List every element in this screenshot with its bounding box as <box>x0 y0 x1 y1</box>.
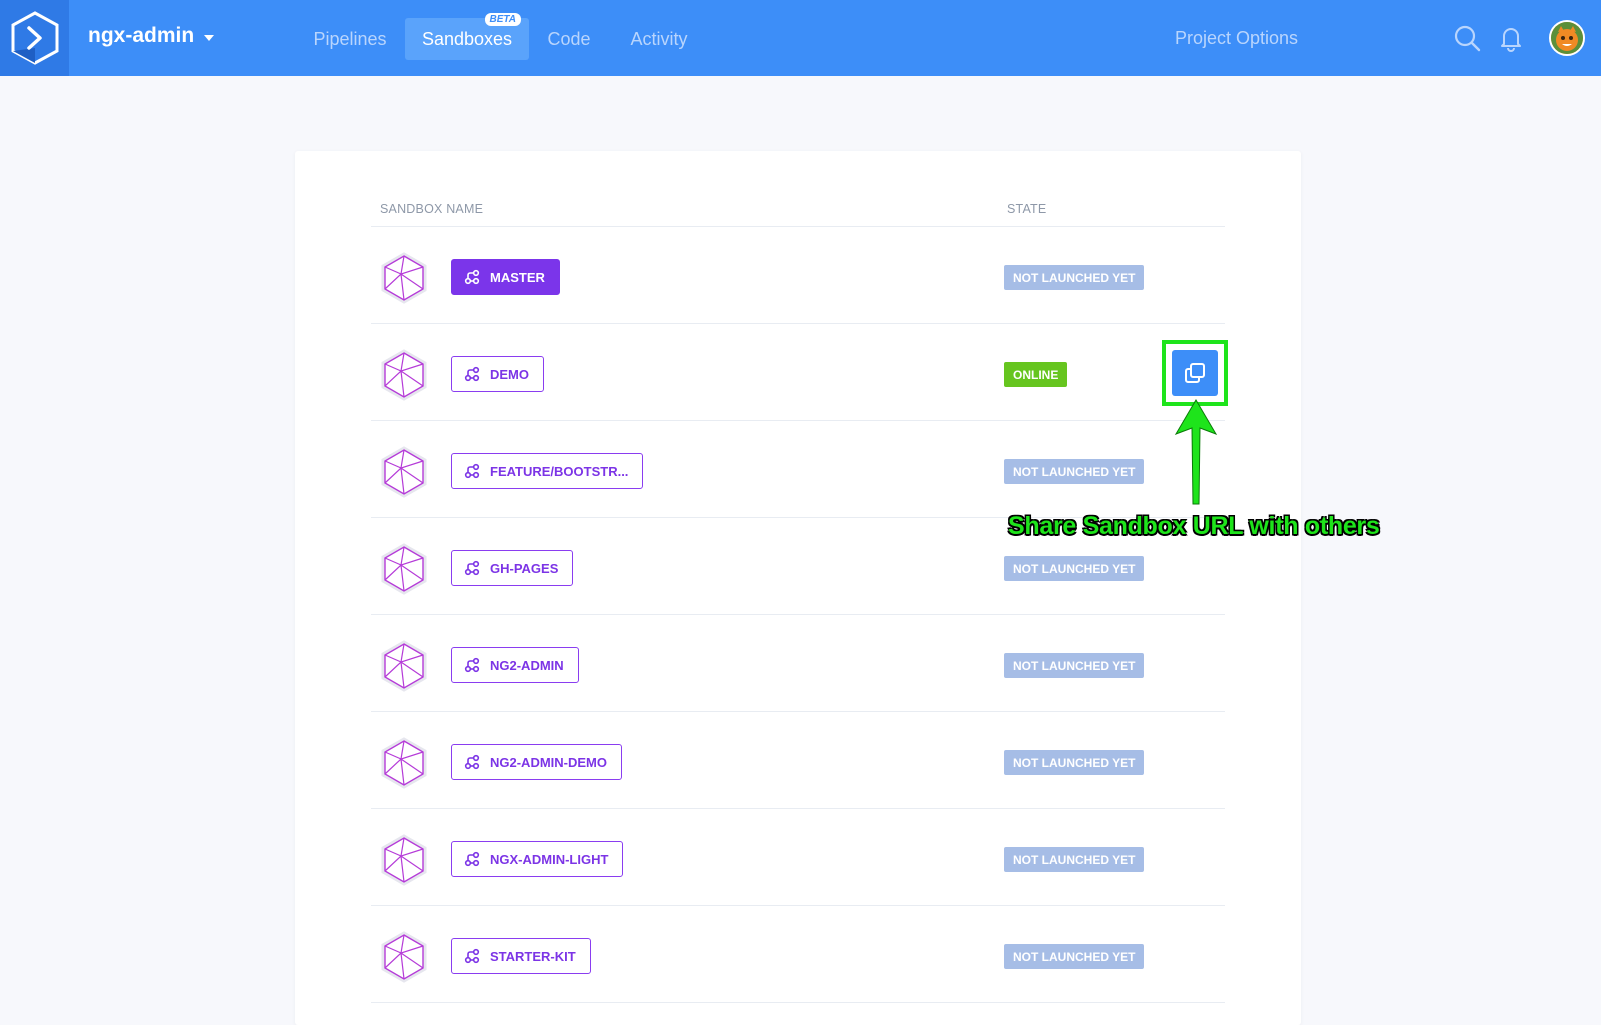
branch-icon <box>464 560 480 576</box>
sandbox-branch-button[interactable]: MASTER <box>451 259 560 295</box>
state-badge: NOT LAUNCHED YET <box>1004 847 1145 872</box>
table-row: NG2-ADMIN NOT LAUNCHED YET <box>371 615 1225 712</box>
sandbox-name: NG2-ADMIN-DEMO <box>490 754 607 770</box>
branch-icon <box>464 948 480 964</box>
sandbox-hex-icon <box>381 446 427 498</box>
sandbox-hex-icon <box>381 640 427 692</box>
search-icon[interactable] <box>1453 24 1481 52</box>
sandbox-hex-icon <box>381 349 427 401</box>
sandbox-table-card: SANDBOX NAME STATE MASTER NOT LAUNCHED YE… <box>295 151 1301 1025</box>
project-options-link[interactable]: Project Options <box>1175 28 1298 49</box>
sandbox-hex-icon <box>381 252 427 304</box>
column-header-state: STATE <box>1007 202 1047 216</box>
sandbox-hex-icon <box>381 737 427 789</box>
column-header-name: SANDBOX NAME <box>380 202 484 216</box>
tab-label: Pipelines <box>313 28 387 49</box>
state-badge: NOT LAUNCHED YET <box>1004 459 1145 484</box>
sandbox-name: STARTER-KIT <box>490 948 576 964</box>
sandbox-hex-icon <box>381 931 427 983</box>
state-badge: ONLINE <box>1004 362 1068 387</box>
copy-link-icon <box>1185 363 1205 383</box>
sandbox-name: DEMO <box>490 366 529 382</box>
table-row: FEATURE/BOOTSTR... NOT LAUNCHED YET <box>371 421 1225 518</box>
sandbox-branch-button[interactable]: NGX-ADMIN-LIGHT <box>451 841 624 877</box>
branch-icon <box>464 463 480 479</box>
tab-label: Activity <box>630 28 688 49</box>
table-row: STARTER-KIT NOT LAUNCHED YET <box>371 906 1225 1003</box>
sandbox-hex-icon <box>381 543 427 595</box>
sandbox-name: MASTER <box>490 269 545 285</box>
sandbox-branch-button[interactable]: NG2-ADMIN <box>451 647 579 683</box>
project-selector[interactable]: ngx-admin <box>88 24 215 48</box>
project-name-label: ngx-admin <box>88 24 195 47</box>
top-bar: ngx-admin Pipelines Sandboxes BETA Code … <box>0 0 1601 76</box>
beta-badge: BETA <box>484 13 521 26</box>
bell-icon[interactable] <box>1497 24 1525 52</box>
state-badge: NOT LAUNCHED YET <box>1004 653 1145 678</box>
sandbox-hex-icon <box>381 834 427 886</box>
sandbox-branch-button[interactable]: STARTER-KIT <box>451 938 591 974</box>
branch-icon <box>464 851 480 867</box>
sandbox-branch-button[interactable]: FEATURE/BOOTSTR... <box>451 453 644 489</box>
tab-label: Code <box>547 28 591 49</box>
branch-icon <box>464 657 480 673</box>
sandbox-name: GH-PAGES <box>490 560 559 576</box>
state-badge: NOT LAUNCHED YET <box>1004 750 1145 775</box>
caret-down-icon <box>204 34 215 41</box>
branch-icon <box>464 269 480 285</box>
sandbox-name: FEATURE/BOOTSTR... <box>490 463 629 479</box>
tab-sandboxes[interactable]: Sandboxes BETA <box>405 13 529 60</box>
sandbox-name: NGX-ADMIN-LIGHT <box>490 851 609 867</box>
table-row: NG2-ADMIN-DEMO NOT LAUNCHED YET <box>371 712 1225 809</box>
state-badge: NOT LAUNCHED YET <box>1004 556 1145 581</box>
table-row: NGX-ADMIN-LIGHT NOT LAUNCHED YET <box>371 809 1225 906</box>
logo-icon <box>11 11 58 65</box>
tab-activity[interactable]: Activity <box>618 18 700 60</box>
table-row: DEMO ONLINE <box>371 324 1225 421</box>
user-avatar[interactable] <box>1549 20 1585 56</box>
tab-label: Sandboxes <box>421 28 513 49</box>
state-badge: NOT LAUNCHED YET <box>1004 265 1145 290</box>
tab-pipelines[interactable]: Pipelines <box>306 18 394 60</box>
tab-code[interactable]: Code <box>538 18 600 60</box>
sandbox-branch-button[interactable]: NG2-ADMIN-DEMO <box>451 744 622 780</box>
sandbox-branch-button[interactable]: GH-PAGES <box>451 550 574 586</box>
sandbox-branch-button[interactable]: DEMO <box>451 356 544 392</box>
branch-icon <box>464 754 480 770</box>
share-url-button[interactable] <box>1172 350 1218 396</box>
sandbox-name: NG2-ADMIN <box>490 657 564 673</box>
avatar-image-icon <box>1551 22 1583 54</box>
annotation-arrow-icon <box>1174 399 1218 505</box>
app-logo[interactable] <box>0 0 69 76</box>
share-highlight-box <box>1162 340 1228 406</box>
table-row: MASTER NOT LAUNCHED YET <box>371 227 1225 324</box>
annotation-text: Share Sandbox URL with others <box>1008 512 1380 540</box>
branch-icon <box>464 366 480 382</box>
state-badge: NOT LAUNCHED YET <box>1004 944 1145 969</box>
